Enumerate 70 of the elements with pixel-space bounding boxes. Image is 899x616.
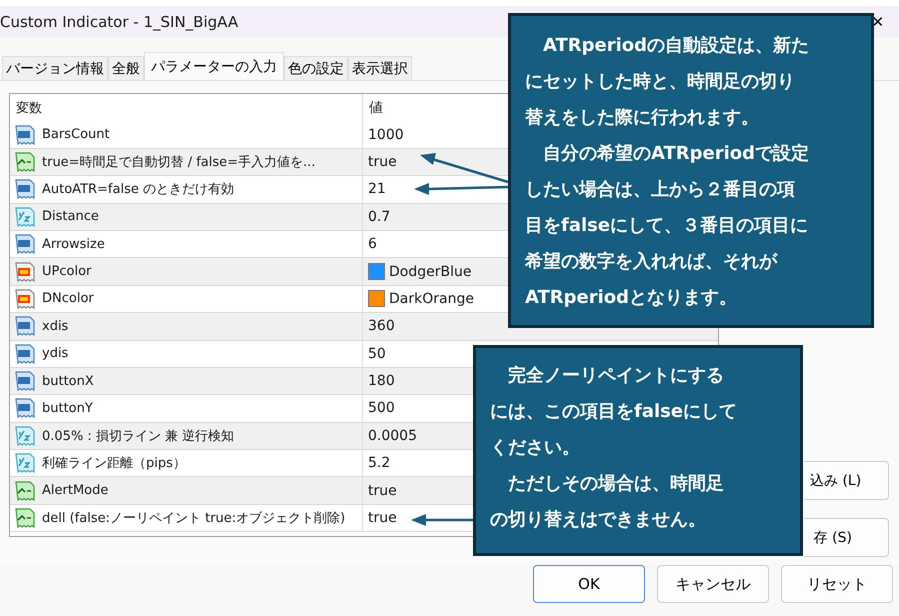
parameter-name: true=時間足で自動切替 / false=手入力値を... <box>42 154 316 171</box>
number-icon <box>14 370 36 392</box>
parameter-name: Arrowsize <box>42 236 105 252</box>
parameter-value[interactable]: 1000 <box>368 126 404 143</box>
dialog-button[interactable]: キャンセル <box>657 565 769 603</box>
callout-text: には、この項目をfalseにして <box>490 400 738 424</box>
parameter-value[interactable]: 21 <box>368 181 386 198</box>
parameter-value[interactable]: 180 <box>368 373 395 390</box>
toggle-icon <box>14 150 36 173</box>
side-button[interactable]: 存 (S) <box>804 518 889 557</box>
tab[interactable]: 全般 <box>108 56 144 80</box>
callout-text: 自分の希望のATRperiodで設定 <box>542 142 810 166</box>
tab[interactable]: 色の設定 <box>284 56 348 80</box>
parameter-name: xdis <box>42 318 68 334</box>
number-icon <box>14 124 36 146</box>
toggle-icon <box>14 507 36 530</box>
callout-text: ください。 <box>490 436 581 460</box>
side-button[interactable]: 込み (L) <box>804 461 889 500</box>
callout-text: の切り替えはできません。 <box>490 508 707 532</box>
parameter-value[interactable]: DarkOrange <box>389 290 474 307</box>
dialog-button[interactable]: OK <box>533 565 645 603</box>
parameter-name: Distance <box>42 209 99 224</box>
parameter-value[interactable]: 500 <box>368 400 395 416</box>
callout-text: 目をfalseにして、３番目の項目に <box>525 214 810 238</box>
parameter-name: buttonX <box>42 374 94 389</box>
tab[interactable]: パラメーターの入力 <box>144 52 284 80</box>
parameter-value[interactable]: 360 <box>368 318 395 334</box>
number-icon <box>14 452 36 474</box>
color-icon <box>14 260 36 283</box>
callout-text: ATRperiodとなります。 <box>525 286 738 310</box>
number-icon <box>14 397 36 420</box>
parameter-value[interactable]: 6 <box>368 236 377 252</box>
parameter-name: DNcolor <box>42 291 94 306</box>
tab[interactable]: 表示選択 <box>348 56 412 80</box>
parameter-value[interactable]: true <box>368 510 397 526</box>
parameter-name: AlertMode <box>42 483 108 498</box>
parameter-name: 利確ライン距離（pips） <box>42 455 186 472</box>
parameter-value[interactable]: 50 <box>368 346 386 362</box>
callout-text: 希望の数字を入れれば、それが <box>525 250 779 274</box>
callout-text: にセットした時と、時間足の切り <box>525 70 796 94</box>
parameter-name: UPcolor <box>42 264 92 280</box>
parameter-value[interactable]: 5.2 <box>368 455 390 472</box>
number-icon <box>14 342 36 365</box>
number-icon <box>14 424 36 447</box>
callout-text: ATRperiodの自動設定は、新た <box>542 34 810 58</box>
parameter-value[interactable]: true <box>368 154 397 170</box>
callout-text: 完全ノーリペイントにする <box>507 364 725 388</box>
parameter-name: buttonY <box>42 400 93 416</box>
parameter-value[interactable]: true <box>368 482 397 499</box>
parameter-name: 0.05% : 損切ライン 兼 逆行検知 <box>42 428 234 445</box>
close-button[interactable]: ✕ <box>869 10 887 32</box>
callout-text: ただしその場合は、時間足 <box>507 472 725 496</box>
column-header: 値 <box>369 98 383 118</box>
parameter-value[interactable]: 0.7 <box>368 208 390 225</box>
toggle-icon <box>14 480 36 502</box>
parameter-value[interactable]: 0.0005 <box>368 428 417 444</box>
callout-text: したい場合は、上から２番目の項 <box>525 178 796 202</box>
callout-text: 替えをした際に行われます。 <box>525 106 760 130</box>
tab[interactable]: バージョン情報 <box>2 56 108 80</box>
parameter-name: BarsCount <box>42 127 110 142</box>
number-icon <box>14 178 36 200</box>
parameter-name: AutoATR=false のときだけ有効 <box>42 181 234 198</box>
parameter-name: dell (false:ノーリペイント true:オブジェクト削除) <box>42 510 346 528</box>
dialog-button[interactable]: リセット <box>781 565 893 603</box>
parameter-value[interactable]: DodgerBlue <box>389 264 472 280</box>
number-icon <box>14 206 36 228</box>
number-icon <box>14 233 36 256</box>
number-icon <box>14 315 36 338</box>
parameter-name: ydis <box>42 346 68 362</box>
window-title: Custom Indicator - 1_SIN_BigAA <box>0 12 238 30</box>
